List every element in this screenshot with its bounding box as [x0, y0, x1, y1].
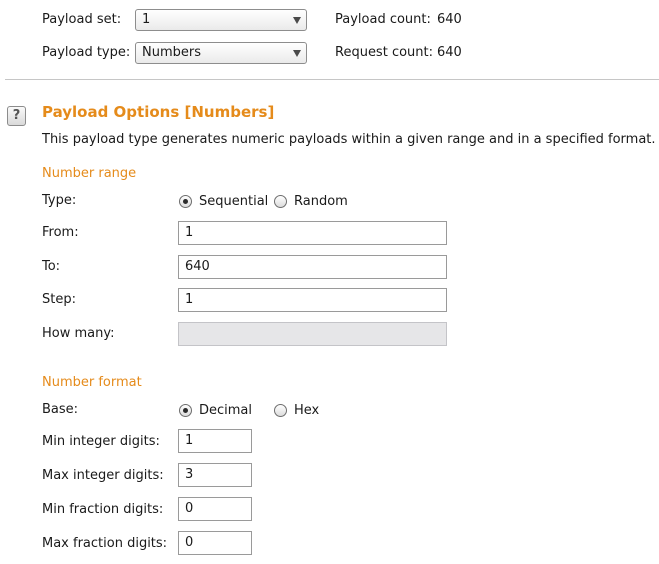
payload-count-label: Payload count: [335, 12, 431, 27]
max-integer-digits-input[interactable]: 3 [178, 463, 252, 487]
payload-set-select[interactable]: 1 [135, 9, 307, 31]
min-fraction-digits-value: 0 [185, 501, 194, 516]
min-integer-digits-input[interactable]: 1 [178, 429, 252, 453]
type-label: Type: [42, 193, 77, 208]
step-label: Step: [42, 292, 76, 307]
decimal-radio[interactable] [179, 404, 192, 417]
max-fraction-digits-input[interactable]: 0 [178, 531, 252, 555]
to-value: 640 [185, 259, 210, 274]
from-input[interactable]: 1 [178, 221, 447, 245]
payload-options-title: Payload Options [Numbers] [42, 103, 275, 121]
payload-type-label: Payload type: [42, 45, 131, 60]
chevron-down-icon [293, 17, 301, 24]
payload-type-select[interactable]: Numbers [135, 42, 307, 64]
sequential-radio[interactable] [179, 195, 192, 208]
step-input[interactable]: 1 [178, 288, 447, 312]
how-many-input [178, 322, 447, 346]
max-fraction-digits-value: 0 [185, 535, 194, 550]
section-divider [5, 79, 659, 80]
help-icon[interactable]: ? [7, 106, 26, 126]
chevron-down-icon [293, 50, 301, 57]
to-input[interactable]: 640 [178, 255, 447, 279]
step-value: 1 [185, 292, 194, 307]
max-fraction-digits-label: Max fraction digits: [42, 536, 168, 551]
random-radio[interactable] [274, 195, 287, 208]
payload-count-value: 640 [437, 12, 462, 27]
payload-set-value: 1 [142, 12, 151, 27]
from-value: 1 [185, 225, 194, 240]
payload-type-value: Numbers [142, 45, 201, 60]
base-label: Base: [42, 402, 79, 417]
hex-label[interactable]: Hex [294, 403, 319, 419]
sequential-label[interactable]: Sequential [199, 194, 268, 210]
min-integer-digits-value: 1 [185, 433, 194, 448]
to-label: To: [42, 259, 61, 274]
how-many-label: How many: [42, 326, 115, 341]
max-integer-digits-value: 3 [185, 467, 194, 482]
min-fraction-digits-input[interactable]: 0 [178, 497, 252, 521]
max-integer-digits-label: Max integer digits: [42, 468, 164, 483]
decimal-label[interactable]: Decimal [199, 403, 252, 419]
request-count-label: Request count: [335, 45, 433, 60]
min-fraction-digits-label: Min fraction digits: [42, 502, 164, 517]
min-integer-digits-label: Min integer digits: [42, 434, 160, 449]
number-range-title: Number range [42, 166, 137, 181]
payload-set-label: Payload set: [42, 12, 122, 27]
random-label[interactable]: Random [294, 194, 348, 210]
hex-radio[interactable] [274, 404, 287, 417]
number-format-title: Number format [42, 375, 142, 390]
from-label: From: [42, 225, 79, 240]
request-count-value: 640 [437, 45, 462, 60]
payload-options-description: This payload type generates numeric payl… [42, 132, 656, 147]
